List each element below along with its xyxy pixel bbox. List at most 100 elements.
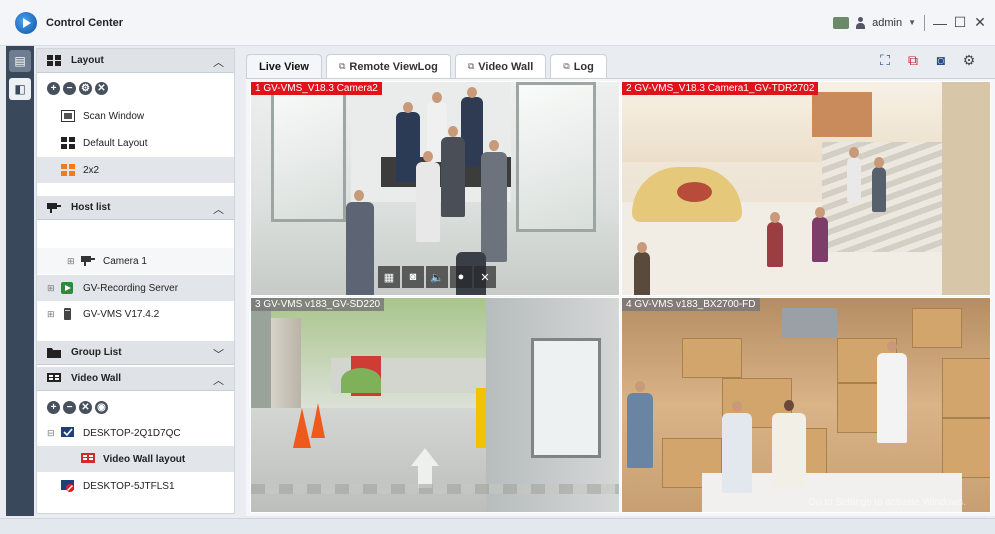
camera-icon (47, 203, 61, 213)
video-wall-toolbar: + − ✕ ◉ (47, 401, 108, 414)
activation-watermark: Go to Settings to activate Windows. (808, 497, 966, 508)
camera-label: 3 GV-VMS v183_GV-SD220 (251, 298, 385, 311)
camera-view-2[interactable]: 2 GV-VMS_V18.3 Camera1_GV-TDR2702 (621, 81, 991, 296)
remove-icon[interactable]: − (63, 82, 76, 95)
minimize-button[interactable]: — (933, 15, 947, 31)
layout-section-title: Layout (71, 55, 104, 66)
tab-remote-viewlog[interactable]: ⧉ Remote ViewLog (325, 54, 451, 78)
layout-item-2x2[interactable]: 2x2 (37, 157, 234, 183)
user-name[interactable]: admin (872, 17, 902, 29)
video-wall-item-desktop-5jtfls1[interactable]: DESKTOP-5JTFLS1 (37, 473, 234, 499)
external-link-icon: ⧉ (338, 61, 346, 71)
chevron-up-icon[interactable]: ︿ (213, 201, 224, 217)
camera-grid: 1 GV-VMS_V18.3 Camera2 ▦ ◙ 🔈 ● ✕ 2 GV-VM… (246, 78, 995, 516)
close-button[interactable]: ✕ (973, 14, 987, 31)
group-list-section-header[interactable]: Group List ﹀ (37, 341, 234, 365)
chevron-up-icon[interactable]: ︿ (213, 54, 224, 70)
separator (924, 14, 925, 31)
layout-item-label: Default Layout (83, 137, 148, 149)
microphone-icon[interactable]: ● (450, 266, 472, 288)
chevron-up-icon[interactable]: ︿ (213, 372, 224, 388)
external-link-icon: ⧉ (563, 61, 570, 71)
video-wall-layout-icon (81, 453, 95, 463)
tab-label: Video Wall (478, 60, 534, 73)
host-list-section-header[interactable]: Host list ︿ (37, 196, 234, 220)
group-list-section-title: Group List (71, 347, 122, 358)
network-status-icon[interactable] (833, 15, 850, 31)
rail-camera-panel-icon[interactable]: ▤ (9, 50, 31, 72)
add-icon[interactable]: + (47, 82, 60, 95)
video-wall-section-title: Video Wall (71, 373, 122, 384)
layout-item-label: Scan Window (83, 110, 145, 122)
video-wall-icon (47, 373, 61, 382)
side-panel: Layout ︿ + − ⚙ ✕ Scan Window Default Lay… (36, 48, 235, 514)
main-area: Live View ⧉ Remote ViewLog ⧉ Video Wall ⧉ L… (246, 48, 995, 516)
camera-view-3[interactable]: 3 GV-VMS v183_GV-SD220 (250, 297, 620, 513)
tab-bar: Live View ⧉ Remote ViewLog ⧉ Video Wall ⧉ L… (246, 54, 607, 78)
camera-view-4[interactable]: 4 GV-VMS v183_BX2700-FD Go to Settings t… (621, 297, 991, 513)
expand-icon[interactable]: ⊞ (47, 283, 55, 294)
snapshot-icon[interactable]: ◙ (933, 52, 949, 68)
rail-ptz-panel-icon[interactable]: ◧ (9, 78, 31, 100)
status-strip (0, 518, 995, 534)
fullscreen-icon[interactable]: ⛶ (877, 52, 893, 68)
title-bar-controls: admin ▼ — ☐ ✕ (833, 14, 987, 31)
app-title: Control Center (46, 17, 123, 29)
playback-icon[interactable]: ▦ (378, 266, 400, 288)
tab-log[interactable]: ⧉ Log (550, 54, 607, 78)
grid-2x2-icon (61, 164, 75, 176)
settings-icon[interactable]: ⚙ (79, 82, 92, 95)
desktop-checked-icon (61, 427, 74, 437)
tools-icon[interactable]: ✕ (79, 401, 92, 414)
scan-window-icon (61, 110, 75, 122)
tab-label: Log (573, 60, 594, 73)
host-item-label: GV-Recording Server (83, 282, 179, 294)
camera-label: 1 GV-VMS_V18.3 Camera2 (251, 82, 382, 95)
speaker-icon[interactable]: 🔈 (426, 266, 448, 288)
layout-section-header[interactable]: Layout ︿ (37, 49, 234, 73)
host-item-label: Camera 1 (103, 255, 147, 267)
tools-icon[interactable]: ✕ (95, 82, 108, 95)
collapse-icon[interactable]: ⊟ (47, 428, 55, 439)
close-all-cameras-icon[interactable]: ⧉ (905, 52, 921, 68)
expand-icon[interactable]: ⊞ (67, 256, 75, 267)
default-layout-icon (61, 137, 75, 149)
view-toolbar: ⛶ ⧉ ◙ ⚙ (877, 52, 977, 69)
expand-icon[interactable]: ⊞ (47, 309, 55, 320)
tab-video-wall[interactable]: ⧉ Video Wall (454, 54, 547, 78)
tab-label: Live View (259, 60, 309, 73)
left-rail: ▤ ◧ (6, 46, 34, 516)
host-item-camera-1[interactable]: ⊞ Camera 1 (37, 248, 234, 274)
video-wall-item-desktop-2q1d7qc[interactable]: ⊟ DESKTOP-2Q1D7QC (37, 420, 234, 446)
video-wall-item-layout[interactable]: Video Wall layout (37, 446, 234, 472)
remove-icon[interactable]: − (63, 401, 76, 414)
layout-item-default-layout[interactable]: Default Layout (37, 130, 234, 156)
camera-label: 2 GV-VMS_V18.3 Camera1_GV-TDR2702 (622, 82, 819, 95)
display-settings-icon[interactable]: ◉ (95, 401, 108, 414)
tools-icon[interactable]: ✕ (474, 266, 496, 288)
settings-gear-icon[interactable]: ⚙ (961, 52, 977, 68)
folder-icon (47, 348, 61, 358)
maximize-button[interactable]: ☐ (953, 14, 967, 31)
host-item-gv-vms[interactable]: ⊞ GV-VMS V17.4.2 (37, 301, 234, 327)
tab-live-view[interactable]: Live View (246, 54, 322, 78)
camera-view-1[interactable]: 1 GV-VMS_V18.3 Camera2 ▦ ◙ 🔈 ● ✕ (250, 81, 620, 296)
video-wall-item-label: DESKTOP-2Q1D7QC (83, 427, 181, 439)
layout-item-label: 2x2 (83, 164, 100, 176)
tab-label: Remote ViewLog (349, 60, 438, 73)
video-wall-item-label: Video Wall layout (103, 453, 186, 465)
layout-item-scan-window[interactable]: Scan Window (37, 103, 234, 129)
external-link-icon: ⧉ (467, 61, 475, 71)
camera-icon (81, 256, 95, 266)
host-list-section-title: Host list (71, 202, 111, 213)
add-icon[interactable]: + (47, 401, 60, 414)
title-bar: Control Center admin ▼ — ☐ ✕ (0, 0, 995, 46)
camera-control-bar: ▦ ◙ 🔈 ● ✕ (378, 266, 496, 288)
video-wall-item-label: DESKTOP-5JTFLS1 (83, 480, 175, 492)
video-wall-section-header[interactable]: Video Wall ︿ (37, 367, 234, 391)
layout-toolbar: + − ⚙ ✕ (47, 82, 108, 95)
user-dropdown-icon[interactable]: ▼ (908, 18, 916, 27)
camera-snapshot-icon[interactable]: ◙ (402, 266, 424, 288)
host-item-recording-server[interactable]: ⊞ GV-Recording Server (37, 275, 234, 301)
chevron-down-icon[interactable]: ﹀ (213, 346, 224, 362)
